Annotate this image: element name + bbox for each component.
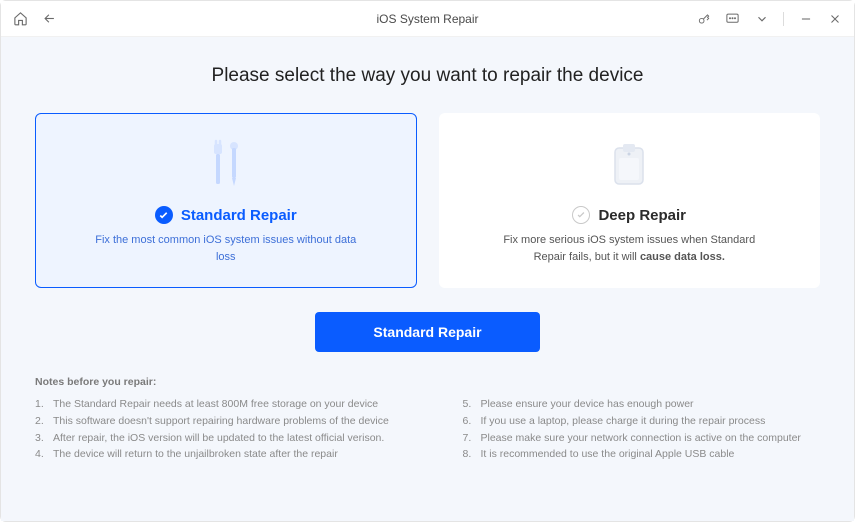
tools-icon xyxy=(204,132,248,200)
content-area: Please select the way you want to repair… xyxy=(1,37,854,521)
card-title-row: Deep Repair xyxy=(572,206,686,224)
note-text: It is recommended to use the original Ap… xyxy=(481,446,735,463)
deep-desc-bold: cause data loss. xyxy=(640,251,725,263)
check-icon xyxy=(155,206,173,224)
note-text: If you use a laptop, please charge it du… xyxy=(481,413,766,430)
home-icon[interactable] xyxy=(13,11,28,26)
key-icon[interactable] xyxy=(696,11,711,26)
notes-section: Notes before you repair: 1.The Standard … xyxy=(35,376,820,463)
window-title: iOS System Repair xyxy=(376,12,478,26)
notes-left-col: 1.The Standard Repair needs at least 800… xyxy=(35,396,393,463)
deep-repair-card[interactable]: Deep Repair Fix more serious iOS system … xyxy=(439,113,821,288)
note-text: The Standard Repair needs at least 800M … xyxy=(53,396,378,413)
close-icon[interactable] xyxy=(827,11,842,26)
titlebar-right xyxy=(696,11,842,26)
note-text: Please ensure your device has enough pow… xyxy=(481,396,694,413)
note-item: 6.If you use a laptop, please charge it … xyxy=(463,413,821,430)
chevron-down-icon[interactable] xyxy=(754,11,769,26)
deep-repair-desc: Fix more serious iOS system issues when … xyxy=(494,232,764,265)
notes-heading: Notes before you repair: xyxy=(35,376,820,388)
note-item: 5.Please ensure your device has enough p… xyxy=(463,396,821,413)
standard-repair-title: Standard Repair xyxy=(181,207,297,224)
note-item: 7.Please make sure your network connecti… xyxy=(463,430,821,447)
minimize-icon[interactable] xyxy=(798,11,813,26)
note-text: After repair, the iOS version will be up… xyxy=(53,430,384,447)
note-item: 1.The Standard Repair needs at least 800… xyxy=(35,396,393,413)
separator xyxy=(783,12,784,26)
card-title-row: Standard Repair xyxy=(155,206,297,224)
note-item: 2.This software doesn't support repairin… xyxy=(35,413,393,430)
titlebar: iOS System Repair xyxy=(1,1,854,37)
standard-repair-desc: Fix the most common iOS system issues wi… xyxy=(91,232,361,265)
note-item: 4.The device will return to the unjailbr… xyxy=(35,446,393,463)
note-text: The device will return to the unjailbrok… xyxy=(53,446,338,463)
note-item: 8.It is recommended to use the original … xyxy=(463,446,821,463)
titlebar-left xyxy=(13,11,57,26)
notes-columns: 1.The Standard Repair needs at least 800… xyxy=(35,396,820,463)
check-icon xyxy=(572,206,590,224)
note-text: Please make sure your network connection… xyxy=(481,430,801,447)
device-icon xyxy=(605,132,653,200)
deep-repair-title: Deep Repair xyxy=(598,207,686,224)
feedback-icon[interactable] xyxy=(725,11,740,26)
app-window: iOS System Repair Please select the way … xyxy=(0,0,855,522)
page-heading: Please select the way you want to repair… xyxy=(212,65,644,87)
note-item: 3.After repair, the iOS version will be … xyxy=(35,430,393,447)
standard-repair-card[interactable]: Standard Repair Fix the most common iOS … xyxy=(35,113,417,288)
options-row: Standard Repair Fix the most common iOS … xyxy=(35,113,820,288)
notes-right-col: 5.Please ensure your device has enough p… xyxy=(463,396,821,463)
primary-action-button[interactable]: Standard Repair xyxy=(315,312,539,352)
back-icon[interactable] xyxy=(42,11,57,26)
note-text: This software doesn't support repairing … xyxy=(53,413,389,430)
